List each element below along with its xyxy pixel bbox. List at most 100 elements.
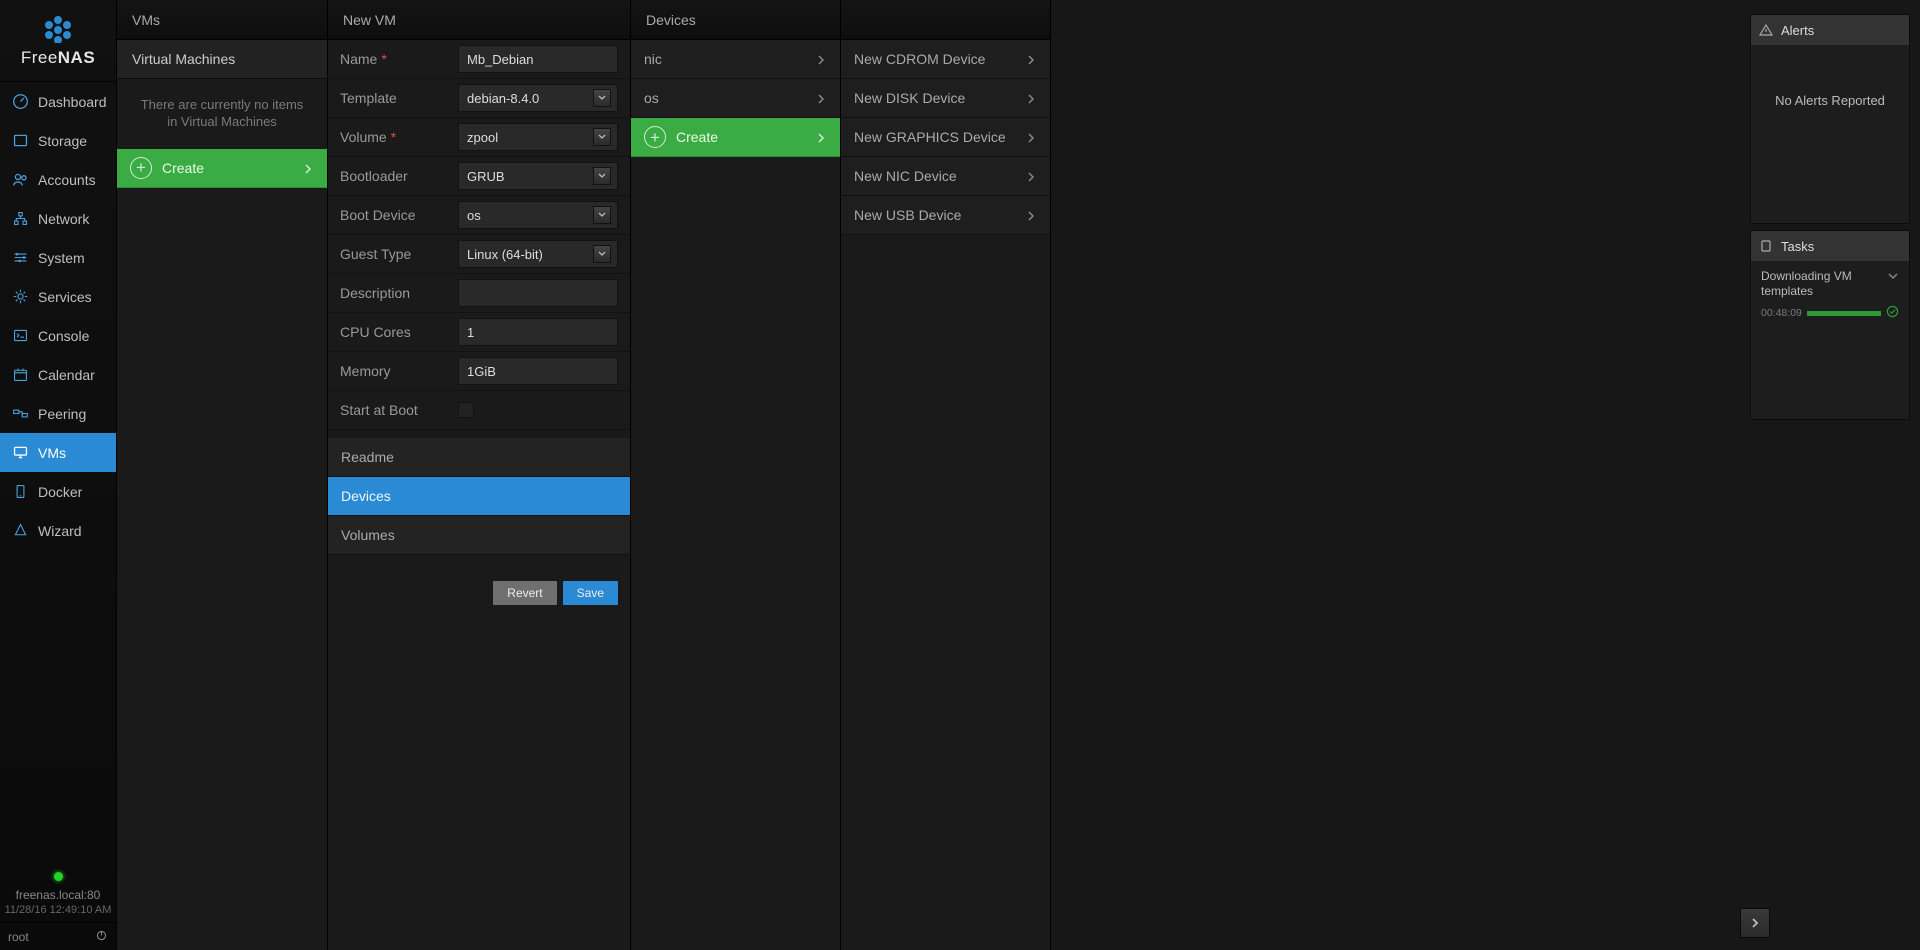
template-value: debian-8.4.0 xyxy=(467,91,539,106)
nav-services[interactable]: Services xyxy=(0,277,116,316)
newdev-nic[interactable]: New NIC Device xyxy=(841,157,1050,196)
alerts-title: Alerts xyxy=(1781,23,1814,38)
check-circle-icon xyxy=(1886,305,1899,321)
user-label: root xyxy=(8,930,29,944)
revert-button[interactable]: Revert xyxy=(493,581,556,605)
nav-vms[interactable]: VMs xyxy=(0,433,116,472)
devices-create-button[interactable]: + Create xyxy=(631,118,840,157)
sidebar-user: root xyxy=(0,922,116,950)
wizard-icon xyxy=(10,521,30,541)
startboot-checkbox[interactable] xyxy=(458,402,474,418)
calendar-icon xyxy=(10,365,30,385)
cpu-input[interactable] xyxy=(458,318,618,346)
save-button[interactable]: Save xyxy=(563,581,618,605)
create-label: Create xyxy=(676,129,718,145)
col-vms-header: VMs xyxy=(117,0,327,40)
chevron-right-icon xyxy=(1025,92,1037,104)
device-nic[interactable]: nic xyxy=(631,40,840,79)
gauge-icon xyxy=(10,92,30,112)
description-input[interactable] xyxy=(458,279,618,307)
newdev-cdrom[interactable]: New CDROM Device xyxy=(841,40,1050,79)
alerts-header[interactable]: Alerts xyxy=(1751,15,1909,45)
newdev-disk[interactable]: New DISK Device xyxy=(841,79,1050,118)
col-devices-header: Devices xyxy=(631,0,840,40)
task-progress-bar xyxy=(1807,311,1881,316)
nav: Dashboard Storage Accounts Network Syste… xyxy=(0,82,116,866)
nav-wizard[interactable]: Wizard xyxy=(0,511,116,550)
chevron-right-icon xyxy=(815,92,827,104)
nav-calendar[interactable]: Calendar xyxy=(0,355,116,394)
task-row[interactable]: Downloading VM templates 00:48:09 xyxy=(1751,261,1909,329)
chevron-down-icon xyxy=(1887,269,1899,281)
task-time: 00:48:09 xyxy=(1761,307,1802,319)
name-input[interactable] xyxy=(458,45,618,73)
nav-label: Network xyxy=(38,211,89,227)
description-label: Description xyxy=(340,285,458,301)
newdev-label: New CDROM Device xyxy=(854,51,985,67)
memory-input[interactable] xyxy=(458,357,618,385)
bootloader-label: Bootloader xyxy=(340,168,458,184)
col-devices: Devices nic os + Create xyxy=(630,0,840,950)
device-label: nic xyxy=(644,51,662,67)
newvm-nav-devices[interactable]: Devices xyxy=(328,477,630,516)
nav-peering[interactable]: Peering xyxy=(0,394,116,433)
nav-system[interactable]: System xyxy=(0,238,116,277)
power-icon[interactable] xyxy=(95,929,108,945)
plus-icon: + xyxy=(130,157,152,179)
bootloader-select[interactable]: GRUB xyxy=(458,162,618,190)
tasks-title: Tasks xyxy=(1781,239,1814,254)
network-icon xyxy=(10,209,30,229)
bootloader-value: GRUB xyxy=(467,169,505,184)
bootdevice-select[interactable]: os xyxy=(458,201,618,229)
guesttype-value: Linux (64-bit) xyxy=(467,247,543,262)
nav-dashboard[interactable]: Dashboard xyxy=(0,82,116,121)
field-guesttype: Guest Type Linux (64-bit) xyxy=(328,235,630,274)
volumes-label: Volumes xyxy=(341,527,395,543)
storage-icon xyxy=(10,131,30,151)
device-os[interactable]: os xyxy=(631,79,840,118)
chevron-right-icon xyxy=(1025,170,1037,182)
chevron-right-icon xyxy=(815,131,827,143)
nav-storage[interactable]: Storage xyxy=(0,121,116,160)
nav-label: Services xyxy=(38,289,92,305)
newdev-label: New USB Device xyxy=(854,207,961,223)
vms-create-button[interactable]: + Create xyxy=(117,149,327,188)
newvm-nav-volumes[interactable]: Volumes xyxy=(328,516,630,555)
chevron-right-icon xyxy=(1025,209,1037,221)
no-alerts-msg: No Alerts Reported xyxy=(1751,45,1909,156)
nav-console[interactable]: Console xyxy=(0,316,116,355)
chevron-right-icon xyxy=(815,53,827,65)
volume-value: zpool xyxy=(467,130,498,145)
field-template: Template debian-8.4.0 xyxy=(328,79,630,118)
newdev-graphics[interactable]: New GRAPHICS Device xyxy=(841,118,1050,157)
nav-network[interactable]: Network xyxy=(0,199,116,238)
devices-label: Devices xyxy=(341,488,391,504)
volume-select[interactable]: zpool xyxy=(458,123,618,151)
nav-label: Accounts xyxy=(38,172,96,188)
col-newvm: New VM Name* Template debian-8.4.0 Volum… xyxy=(327,0,630,950)
nav-accounts[interactable]: Accounts xyxy=(0,160,116,199)
plus-icon: + xyxy=(644,126,666,148)
newvm-nav-readme[interactable]: Readme xyxy=(328,438,630,477)
field-description: Description xyxy=(328,274,630,313)
field-bootloader: Bootloader GRUB xyxy=(328,157,630,196)
dropdown-icon xyxy=(593,128,611,146)
nav-docker[interactable]: Docker xyxy=(0,472,116,511)
gear-icon xyxy=(10,287,30,307)
guesttype-label: Guest Type xyxy=(340,246,458,262)
monitor-icon xyxy=(10,443,30,463)
guesttype-select[interactable]: Linux (64-bit) xyxy=(458,240,618,268)
template-select[interactable]: debian-8.4.0 xyxy=(458,84,618,112)
newdev-usb[interactable]: New USB Device xyxy=(841,196,1050,235)
task-name: Downloading VM templates xyxy=(1761,269,1887,299)
nav-label: Wizard xyxy=(38,523,82,539)
name-label: Name* xyxy=(340,51,458,67)
tasks-header[interactable]: Tasks xyxy=(1751,231,1909,261)
field-name: Name* xyxy=(328,40,630,79)
nav-label: System xyxy=(38,250,85,266)
expand-button[interactable] xyxy=(1740,908,1770,938)
field-cpu: CPU Cores xyxy=(328,313,630,352)
col-newdevice-header xyxy=(841,0,1050,40)
field-bootdevice: Boot Device os xyxy=(328,196,630,235)
brand-text: FreeNAS xyxy=(21,48,95,68)
